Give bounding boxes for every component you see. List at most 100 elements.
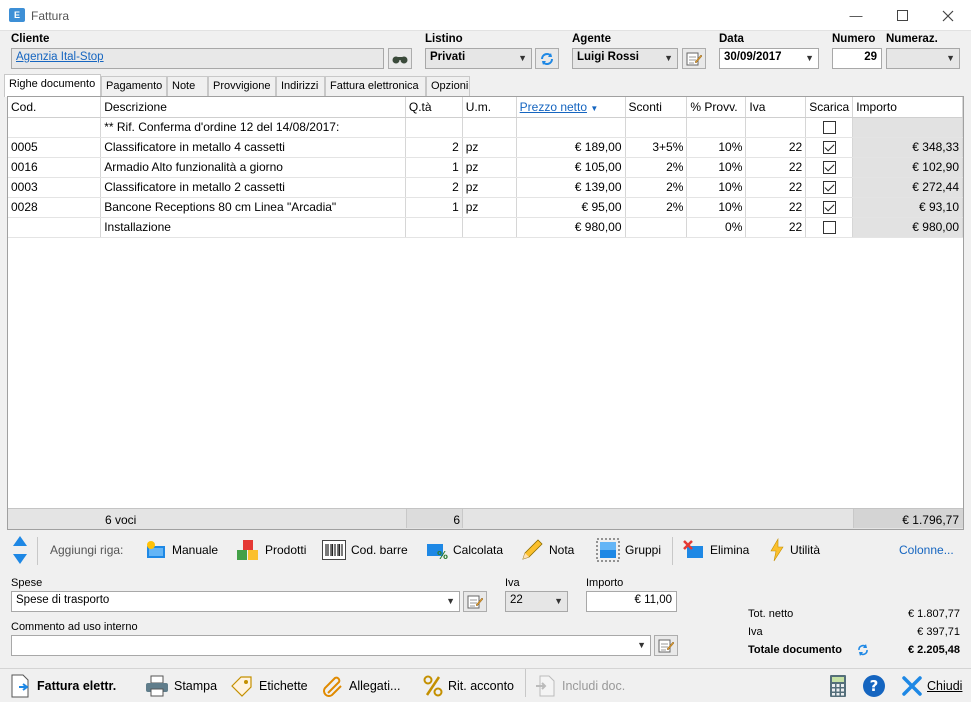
col-header-importo[interactable]: Importo <box>852 97 963 118</box>
col-header-prezzo-netto[interactable]: Prezzo netto ▼ <box>516 97 626 118</box>
spese-select[interactable]: Spese di trasporto ▼ <box>11 591 460 612</box>
cell-um[interactable]: pz <box>462 137 517 158</box>
spese-iva-select[interactable]: 22 ▼ <box>505 591 568 612</box>
maximize-button[interactable] <box>879 0 925 31</box>
elimina-button[interactable]: Elimina <box>683 533 749 567</box>
cell-provv[interactable]: 0% <box>686 217 747 238</box>
move-row-button[interactable] <box>11 533 29 567</box>
tab-provvigione[interactable]: Provvigione <box>208 76 276 96</box>
righe-grid[interactable]: Cod. Descrizione Q.tà U.m. Prezzo netto … <box>7 96 964 530</box>
scarica-checkbox[interactable] <box>822 121 836 135</box>
cell-provv[interactable]: 10% <box>686 197 747 218</box>
numero-field[interactable]: 29 <box>832 48 882 69</box>
cell-provv[interactable] <box>686 117 747 138</box>
cell-iva[interactable] <box>745 117 807 138</box>
cell-qta[interactable] <box>405 217 463 238</box>
calcolata-button[interactable]: % Calcolata <box>426 533 503 567</box>
cell-provv[interactable]: 10% <box>686 157 747 178</box>
table-row[interactable]: 0016 Armadio Alto funzionalità a giorno 1 p… <box>8 157 963 178</box>
search-cliente-button[interactable] <box>388 48 412 69</box>
scarica-checkbox[interactable] <box>822 201 836 215</box>
cell-sconti[interactable]: 3+5% <box>625 137 688 158</box>
edit-spese-button[interactable] <box>463 591 487 612</box>
scarica-checkbox[interactable] <box>822 141 836 155</box>
cell-importo[interactable]: € 980,00 <box>852 217 963 238</box>
spese-importo-field[interactable]: € 11,00 <box>586 591 677 612</box>
listino-select[interactable]: Privati ▼ <box>425 48 532 69</box>
rit-acconto-button[interactable]: Rit. acconto <box>423 674 514 698</box>
cliente-field[interactable]: Agenzia Ital-Stop <box>11 48 384 69</box>
cell-prezzo[interactable]: € 139,00 <box>516 177 626 198</box>
close-window-button[interactable] <box>925 0 971 31</box>
cell-cod[interactable]: 0028 <box>8 197 102 218</box>
commento-select[interactable]: ▼ <box>11 635 651 656</box>
chiudi-button[interactable]: Chiudi <box>902 674 962 698</box>
cell-um[interactable]: pz <box>462 197 517 218</box>
cell-qta[interactable]: 1 <box>405 157 463 178</box>
cell-um[interactable]: pz <box>462 157 517 178</box>
col-header-um[interactable]: U.m. <box>462 97 517 118</box>
cell-cod[interactable]: 0016 <box>8 157 102 178</box>
scarica-checkbox[interactable] <box>822 161 836 175</box>
allegati-button[interactable]: Allegati... <box>322 674 400 698</box>
cell-sconti[interactable]: 2% <box>625 197 688 218</box>
scarica-checkbox[interactable] <box>822 181 836 195</box>
col-header-descrizione[interactable]: Descrizione <box>100 97 406 118</box>
cell-qta[interactable] <box>405 117 463 138</box>
table-row[interactable]: Installazione € 980,00 0% 22 € 980,00 <box>8 217 963 238</box>
refresh-listino-button[interactable] <box>535 48 559 69</box>
cell-cod[interactable]: 0003 <box>8 177 102 198</box>
prodotti-button[interactable]: Prodotti <box>236 533 306 567</box>
cell-iva[interactable]: 22 <box>745 177 807 198</box>
cell-prezzo[interactable]: € 105,00 <box>516 157 626 178</box>
cell-importo[interactable] <box>852 117 963 138</box>
cell-cod[interactable]: 0005 <box>8 137 102 158</box>
cell-prezzo[interactable] <box>516 117 626 138</box>
edit-agente-button[interactable] <box>682 48 706 69</box>
colonne-link[interactable]: Colonne... <box>899 533 954 567</box>
cell-importo[interactable]: € 348,33 <box>852 137 963 158</box>
utilita-button[interactable]: Utilità <box>769 533 820 567</box>
col-header-cod[interactable]: Cod. <box>8 97 102 118</box>
cell-provv[interactable]: 10% <box>686 137 747 158</box>
cell-desc[interactable]: Classificatore in metallo 2 cassetti <box>100 177 406 198</box>
col-header-iva[interactable]: Iva <box>745 97 807 118</box>
cell-cod[interactable] <box>8 217 102 238</box>
tab-fattura-elettronica[interactable]: Fattura elettronica <box>325 76 426 96</box>
table-row[interactable]: 0003 Classificatore in metallo 2 cassetti… <box>8 177 963 198</box>
cliente-link[interactable]: Agenzia Ital-Stop <box>16 51 104 63</box>
edit-commento-button[interactable] <box>654 635 678 656</box>
help-button[interactable]: ? <box>862 674 886 698</box>
prezzo-netto-sort-link[interactable]: Prezzo netto <box>520 100 587 114</box>
scarica-checkbox[interactable] <box>822 221 836 235</box>
minimize-button[interactable]: — <box>833 0 879 31</box>
cell-prezzo[interactable]: € 980,00 <box>516 217 626 238</box>
cell-sconti[interactable]: 2% <box>625 177 688 198</box>
calculator-button[interactable] <box>829 674 847 698</box>
cell-um[interactable] <box>462 217 517 238</box>
cell-iva[interactable]: 22 <box>745 157 807 178</box>
cell-importo[interactable]: € 93,10 <box>852 197 963 218</box>
cell-iva[interactable]: 22 <box>745 137 807 158</box>
col-header-scarica[interactable]: Scarica <box>805 97 854 118</box>
cell-iva[interactable]: 22 <box>745 217 807 238</box>
col-header-sconti[interactable]: Sconti <box>625 97 688 118</box>
cell-sconti[interactable] <box>625 117 688 138</box>
col-header-provv[interactable]: % Provv. <box>686 97 747 118</box>
table-row[interactable]: ** Rif. Conferma d'ordine 12 del 14/08/2… <box>8 117 963 138</box>
tab-indirizzi[interactable]: Indirizzi <box>276 76 325 96</box>
cell-importo[interactable]: € 102,90 <box>852 157 963 178</box>
etichette-button[interactable]: Etichette <box>230 674 308 698</box>
agente-select[interactable]: Luigi Rossi ▼ <box>572 48 678 69</box>
cell-um[interactable]: pz <box>462 177 517 198</box>
cell-um[interactable] <box>462 117 517 138</box>
cell-qta[interactable]: 1 <box>405 197 463 218</box>
cell-qta[interactable]: 2 <box>405 177 463 198</box>
cell-cod[interactable] <box>8 117 102 138</box>
tab-note[interactable]: Note <box>167 76 208 96</box>
cell-sconti[interactable] <box>625 217 688 238</box>
cell-desc[interactable]: Installazione <box>100 217 406 238</box>
fattura-elettr-button[interactable]: Fattura elettr. <box>10 674 116 698</box>
tab-righe-documento[interactable]: Righe documento <box>4 74 101 97</box>
cell-iva[interactable]: 22 <box>745 197 807 218</box>
